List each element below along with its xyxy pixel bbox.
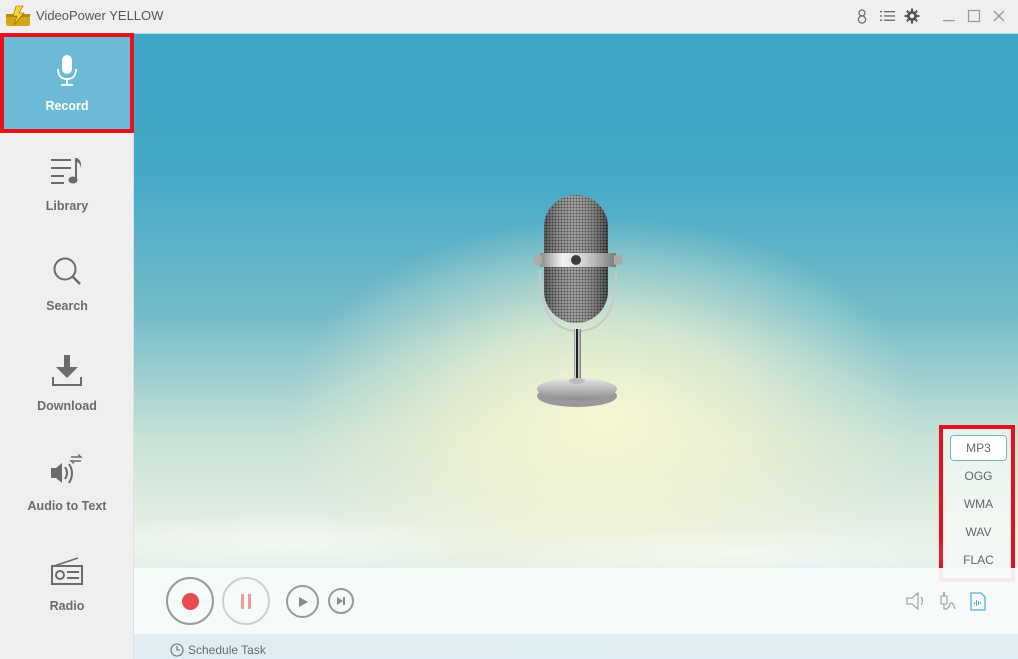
sidebar-item-audio-to-text[interactable]: Audio to Text bbox=[0, 433, 134, 533]
radio-icon bbox=[49, 553, 85, 589]
settings-gear-icon[interactable] bbox=[903, 7, 921, 25]
app-logo-icon bbox=[6, 5, 30, 26]
schedule-task-button[interactable]: Schedule Task bbox=[170, 643, 266, 657]
play-button[interactable] bbox=[286, 585, 319, 618]
microphone-icon bbox=[49, 53, 85, 89]
format-option-ogg[interactable]: OGG bbox=[950, 463, 1007, 489]
format-option-wma[interactable]: WMA bbox=[950, 491, 1007, 517]
sidebar-item-record[interactable]: Record bbox=[0, 33, 134, 133]
format-option-mp3[interactable]: MP3 bbox=[950, 435, 1007, 461]
pause-button[interactable] bbox=[222, 577, 270, 625]
download-icon bbox=[49, 353, 85, 389]
schedule-task-label: Schedule Task bbox=[188, 643, 266, 657]
divider bbox=[134, 33, 1018, 34]
sidebar-item-label: Search bbox=[46, 299, 88, 313]
music-list-icon bbox=[49, 153, 85, 189]
play-icon bbox=[298, 596, 308, 607]
sidebar-item-label: Radio bbox=[49, 599, 85, 613]
record-main-area: MP3 OGG WMA WAV FLAC Schedule Task bbox=[134, 33, 1018, 659]
format-option-wav[interactable]: WAV bbox=[950, 519, 1007, 545]
sidebar-item-label: Record bbox=[45, 99, 89, 113]
record-button[interactable] bbox=[166, 577, 214, 625]
search-icon bbox=[49, 253, 85, 289]
minimize-icon[interactable] bbox=[940, 7, 958, 25]
sidebar-item-download[interactable]: Download bbox=[0, 333, 134, 433]
title-bar: VideoPower YELLOW bbox=[0, 0, 1018, 33]
audio-to-text-icon bbox=[49, 453, 85, 489]
skip-next-icon bbox=[337, 597, 345, 605]
sidebar-item-search[interactable]: Search bbox=[0, 233, 134, 333]
menu-list-icon[interactable] bbox=[878, 7, 896, 25]
record-icon bbox=[181, 592, 199, 610]
microphone-illustration-icon bbox=[534, 195, 622, 407]
skip-next-button[interactable] bbox=[328, 588, 354, 614]
app-window: VideoPower YELLOW Record Library Search … bbox=[0, 0, 1018, 659]
sidebar-item-label: Audio to Text bbox=[27, 499, 107, 513]
clock-icon bbox=[170, 643, 184, 657]
output-format-panel: MP3 OGG WMA WAV FLAC bbox=[939, 425, 1015, 582]
system-sound-icon[interactable] bbox=[905, 589, 929, 613]
sidebar-item-label: Download bbox=[37, 399, 97, 413]
sidebar: Record Library Search Download Audio to bbox=[0, 33, 134, 659]
sidebar-item-label: Library bbox=[45, 199, 89, 213]
pause-icon bbox=[241, 593, 251, 609]
sidebar-item-radio[interactable]: Radio bbox=[0, 533, 134, 633]
sidebar-item-library[interactable]: Library bbox=[0, 133, 134, 233]
maximize-icon[interactable] bbox=[965, 7, 983, 25]
record-control-bar bbox=[134, 568, 1018, 634]
close-icon[interactable] bbox=[990, 7, 1008, 25]
audio-format-file-icon[interactable] bbox=[966, 589, 990, 613]
user-icon[interactable] bbox=[853, 7, 871, 25]
app-title: VideoPower YELLOW bbox=[36, 8, 164, 23]
microphone-input-icon[interactable] bbox=[936, 589, 960, 613]
